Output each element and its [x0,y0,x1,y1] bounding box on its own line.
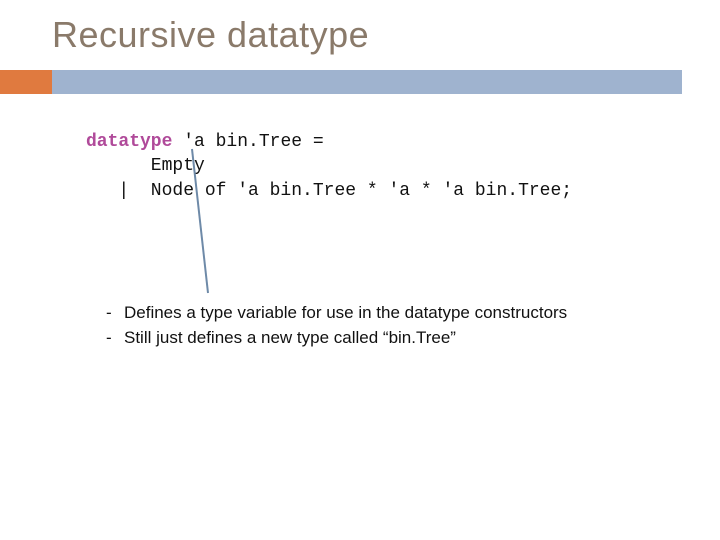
code-keyword: datatype [86,132,172,152]
code-line-2: Empty [86,156,205,176]
code-block: datatype 'a bin.Tree = Empty | Node of '… [86,130,572,203]
slide: Recursive datatype datatype 'a bin.Tree … [0,0,720,540]
bullet-item: Defines a type variable for use in the d… [100,302,660,325]
divider-accent [0,70,52,94]
bullet-list: Defines a type variable for use in the d… [100,302,660,352]
code-line-1: 'a bin.Tree = [172,132,323,152]
bullet-item: Still just defines a new type called “bi… [100,327,660,350]
code-line-3: | Node of 'a bin.Tree * 'a * 'a bin.Tree… [86,181,572,201]
slide-title: Recursive datatype [52,14,369,56]
divider-bar [52,70,682,94]
